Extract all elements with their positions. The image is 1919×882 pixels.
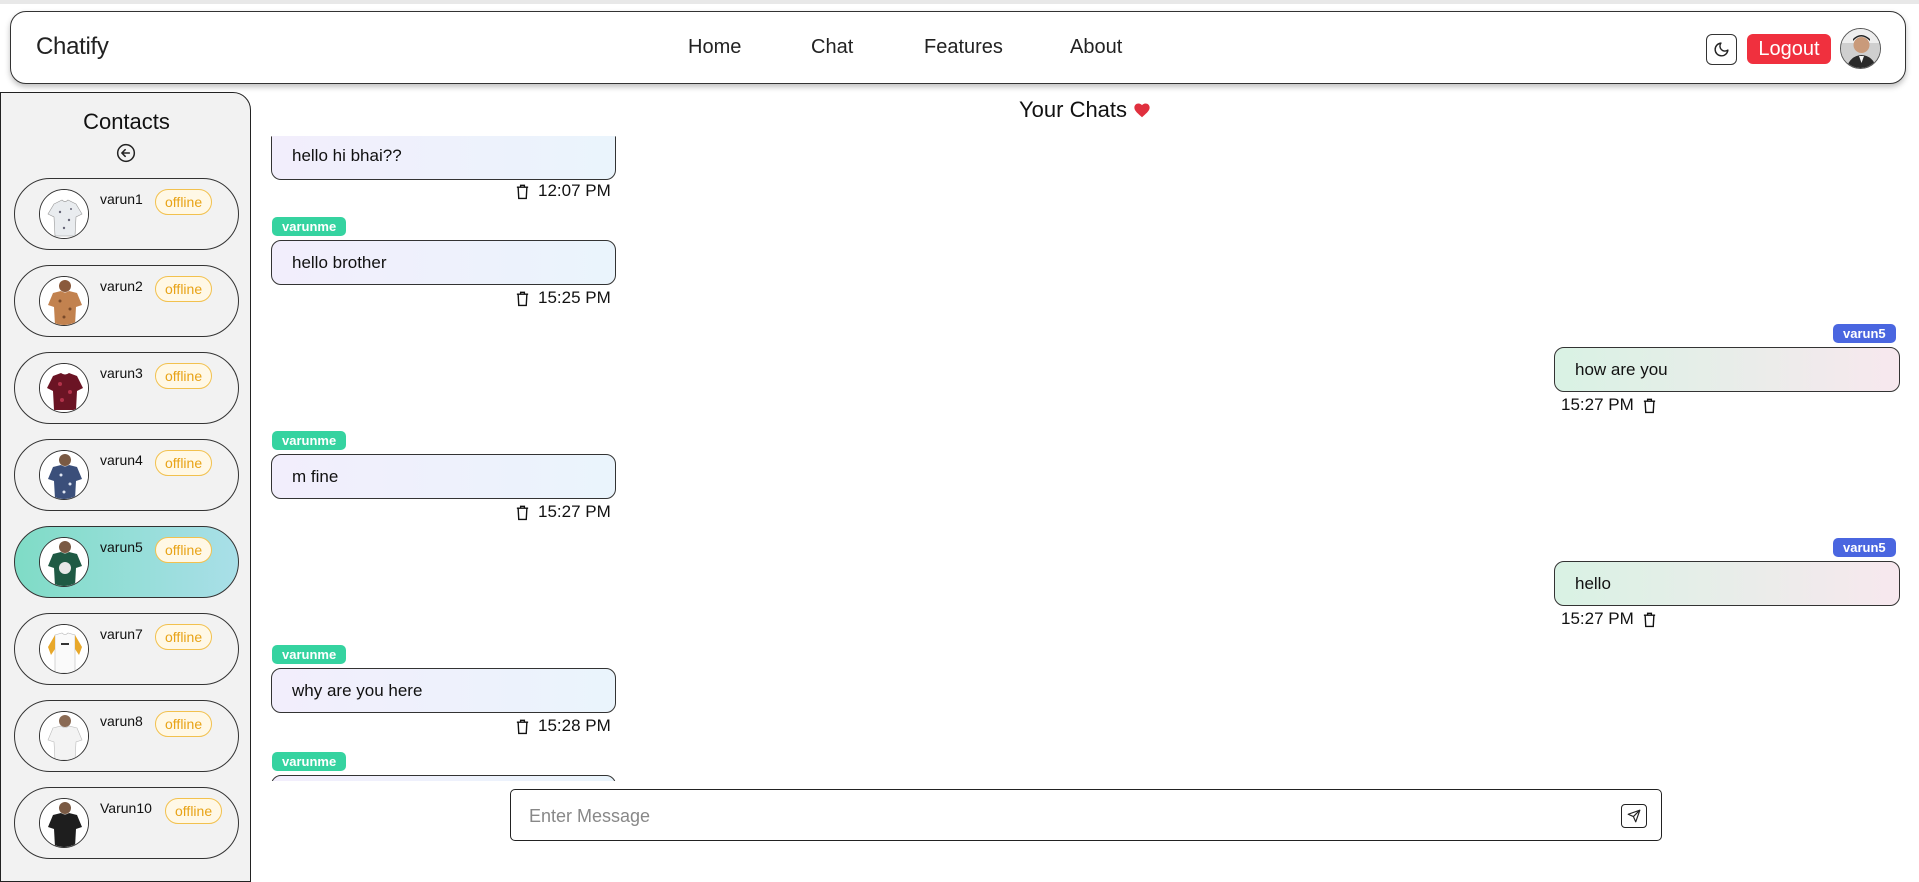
- message-text: how are you: [1575, 360, 1668, 379]
- contacts-title: Contacts: [83, 109, 170, 134]
- message-bubble-outgoing: how are you: [1554, 347, 1900, 392]
- contact-name: varun4: [100, 452, 143, 468]
- message-meta: 12:07 PM: [515, 181, 611, 201]
- contact-avatar: [39, 624, 89, 674]
- status-badge: offline: [155, 189, 213, 215]
- top-edge: [0, 0, 1919, 4]
- contact-name: varun1: [100, 191, 143, 207]
- message-bubble-incoming: hello brother: [271, 240, 616, 285]
- contact-avatar: [39, 537, 89, 587]
- nav-home[interactable]: Home: [688, 36, 741, 59]
- nav-features[interactable]: Features: [924, 36, 1003, 59]
- contact-name: varun8: [100, 713, 143, 729]
- message-text: hello: [1575, 574, 1611, 593]
- sender-label: varunme: [272, 217, 347, 236]
- contact-item-varun2[interactable]: varun2 offline: [14, 265, 239, 337]
- message-bubble-incoming: m fine: [271, 454, 616, 499]
- sender-label: varunme: [272, 431, 347, 450]
- contact-avatar: [39, 189, 89, 239]
- message-time: 15:28 PM: [538, 716, 611, 735]
- status-badge: offline: [155, 537, 213, 563]
- message-text: m fine: [292, 467, 339, 486]
- message-bubble-incoming: why are you here: [271, 668, 616, 713]
- contact-item-varun5[interactable]: varun5 offline: [14, 526, 239, 598]
- chat-title: Your Chats: [1019, 97, 1151, 123]
- status-badge: offline: [155, 450, 213, 476]
- contact-avatar: [39, 363, 89, 413]
- logout-button[interactable]: Logout: [1747, 34, 1831, 64]
- message-text: hello hi bhai??: [292, 146, 402, 165]
- status-badge: offline: [165, 798, 223, 824]
- heart-icon: [1134, 103, 1150, 118]
- status-badge: offline: [155, 276, 213, 302]
- contact-avatar: [39, 711, 89, 761]
- send-button[interactable]: [1621, 804, 1647, 828]
- message-meta: 15:27 PM: [515, 502, 611, 522]
- contact-item-varun8[interactable]: varun8 offline: [14, 700, 239, 772]
- brand-logo[interactable]: Chatify: [36, 33, 109, 61]
- nav-chat[interactable]: Chat: [811, 36, 853, 59]
- message-time: 12:07 PM: [538, 181, 611, 200]
- trash-icon[interactable]: [515, 183, 530, 200]
- trash-icon[interactable]: [515, 290, 530, 307]
- back-arrow-icon[interactable]: [116, 143, 136, 163]
- message-time: 15:27 PM: [538, 502, 611, 521]
- contact-item-varun10[interactable]: Varun10 offline: [14, 787, 239, 859]
- message-meta: 15:25 PM: [515, 288, 611, 308]
- message-meta: 15:28 PM: [515, 716, 611, 736]
- message-composer: [510, 789, 1662, 841]
- message-bubble-incoming: [271, 775, 616, 781]
- moon-icon: [1714, 42, 1729, 57]
- trash-icon[interactable]: [1642, 397, 1657, 414]
- contact-item-varun7[interactable]: varun7 offline: [14, 613, 239, 685]
- status-badge: offline: [155, 711, 213, 737]
- message-meta: 15:27 PM: [1561, 609, 1657, 629]
- message-time: 15:27 PM: [1561, 609, 1634, 628]
- trash-icon[interactable]: [1642, 611, 1657, 628]
- sender-label: varun5: [1833, 538, 1896, 557]
- sender-label: varunme: [272, 752, 347, 771]
- contact-avatar: [39, 798, 89, 848]
- sender-label: varunme: [272, 645, 347, 664]
- contacts-sidebar: Contacts varun1 offline varun2 offline v…: [0, 92, 251, 882]
- contact-item-varun3[interactable]: varun3 offline: [14, 352, 239, 424]
- contact-name: varun3: [100, 365, 143, 381]
- contact-name: varun7: [100, 626, 143, 642]
- nav-about[interactable]: About: [1070, 36, 1122, 59]
- navbar: Chatify Home Chat Features About Logout: [10, 11, 1906, 84]
- send-icon: [1627, 809, 1641, 823]
- trash-icon[interactable]: [515, 504, 530, 521]
- sender-label: varun5: [1833, 324, 1896, 343]
- message-time: 15:25 PM: [538, 288, 611, 307]
- message-meta: 15:27 PM: [1561, 395, 1657, 415]
- contact-name: varun2: [100, 278, 143, 294]
- message-bubble-outgoing: hello: [1554, 561, 1900, 606]
- chat-title-text: Your Chats: [1019, 97, 1128, 122]
- contact-item-varun4[interactable]: varun4 offline: [14, 439, 239, 511]
- message-list[interactable]: hello hi bhai?? 12:07 PM varunme hello b…: [252, 133, 1912, 781]
- contact-name: varun5: [100, 539, 143, 555]
- message-bubble-incoming: hello hi bhai??: [271, 136, 616, 180]
- contact-avatar: [39, 276, 89, 326]
- trash-icon[interactable]: [515, 718, 530, 735]
- message-text: why are you here: [292, 681, 423, 700]
- message-time: 15:27 PM: [1561, 395, 1634, 414]
- contact-item-varun1[interactable]: varun1 offline: [14, 178, 239, 250]
- contact-name: Varun10: [100, 800, 152, 816]
- contact-avatar: [39, 450, 89, 500]
- status-badge: offline: [155, 624, 213, 650]
- message-input[interactable]: [529, 802, 1579, 830]
- user-avatar[interactable]: [1840, 28, 1881, 69]
- theme-toggle-button[interactable]: [1706, 34, 1737, 65]
- status-badge: offline: [155, 363, 213, 389]
- message-text: hello brother: [292, 253, 387, 272]
